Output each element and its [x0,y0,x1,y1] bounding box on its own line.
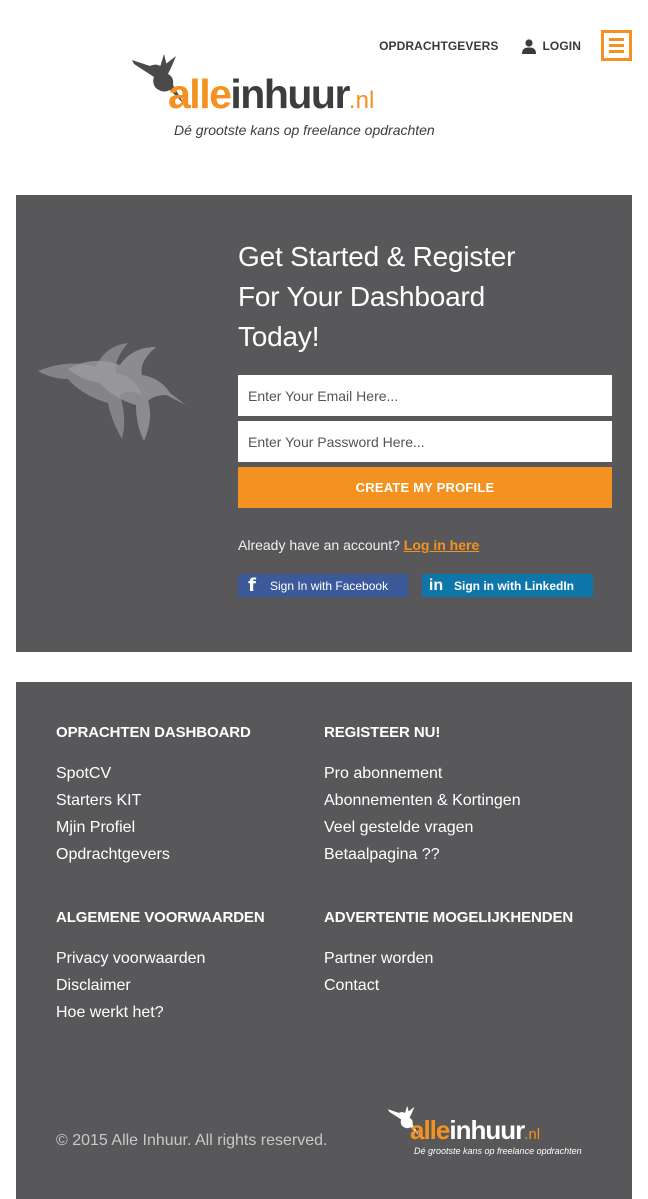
create-profile-button[interactable]: CREATE MY PROFILE [238,467,612,508]
logo-tagline: Dé grootste kans op freelance opdrachten [174,122,435,138]
footer-heading: REGISTEER NU! [324,724,441,741]
footer-column-dashboard: OPRACHTEN DASHBOARD SpotCV Starters KIT … [56,723,316,868]
footer-link-opdrachtgevers[interactable]: Opdrachtgevers [56,841,316,868]
facebook-signin-label: Sign In with Facebook [270,578,389,593]
footer-heading: ALGEMENE VOORWAARDEN [56,909,265,926]
footer-column-voorwaarden: ALGEMENE VOORWAARDEN Privacy voorwaarden… [56,908,316,1026]
nav-login[interactable]: LOGIN [521,38,582,54]
logo-wordmark: alleinhuur.nl [168,71,375,117]
copyright-text: © 2015 Alle Inhuur. All rights reserved. [56,1132,328,1149]
email-input[interactable] [238,375,612,416]
footer-logo-tagline: Dé grootste kans op freelance opdrachten [414,1146,582,1156]
footer-logo-wordmark: alleinhuur.nl [410,1115,541,1145]
site-header: OPDRACHTGEVERS LOGIN alleinhuur.nl Dé gr… [0,0,648,195]
footer-link-starters-kit[interactable]: Starters KIT [56,787,316,814]
log-in-here-link[interactable]: Log in here [404,537,479,553]
footer-column-registeer: REGISTEER NU! Pro abonnement Abonnemente… [324,723,584,868]
register-panel: Get Started & Register For Your Dashboar… [16,195,632,652]
footer-link-partner-worden[interactable]: Partner worden [324,945,584,972]
hamburger-menu-icon[interactable] [601,30,632,61]
footer-heading: ADVERTENTIE MOGELIJKHENDEN [324,909,574,926]
nav-opdrachtgevers-link[interactable]: OPDRACHTGEVERS [379,39,498,53]
nav-login-link[interactable]: LOGIN [543,39,582,53]
linkedin-signin-label: Sign in with LinkedIn [454,578,574,593]
footer-link-disclaimer[interactable]: Disclaimer [56,972,316,999]
login-prompt: Already have an account? Log in here [238,537,480,553]
footer-link-betaalpagina[interactable]: Betaalpagina ?? [324,841,584,868]
footer-link-spotcv[interactable]: SpotCV [56,760,316,787]
footer-logo[interactable]: alleinhuur.nl Dé grootste kans op freela… [388,1104,598,1164]
password-input[interactable] [238,421,612,462]
footer-link-faq[interactable]: Veel gestelde vragen [324,814,584,841]
footer-link-mijn-profiel[interactable]: Mjin Profiel [56,814,316,841]
linkedin-icon: in [428,576,444,594]
footer-link-pro-abonnement[interactable]: Pro abonnement [324,760,584,787]
hummingbirds-decoration-icon [38,343,186,441]
footer-link-hoe-werkt-het[interactable]: Hoe werkt het? [56,999,316,1026]
facebook-icon: f [248,575,256,596]
footer-link-privacy[interactable]: Privacy voorwaarden [56,945,316,972]
register-heading: Get Started & Register For Your Dashboar… [238,241,516,352]
linkedin-signin-button[interactable]: in Sign in with LinkedIn [422,574,593,597]
facebook-signin-button[interactable]: f Sign In with Facebook [238,574,408,597]
footer-link-contact[interactable]: Contact [324,972,584,999]
user-icon [521,38,536,54]
site-footer: OPRACHTEN DASHBOARD SpotCV Starters KIT … [16,682,632,1199]
footer-heading: OPRACHTEN DASHBOARD [56,724,251,741]
footer-link-abonnementen[interactable]: Abonnementen & Kortingen [324,787,584,814]
site-logo[interactable]: alleinhuur.nl Dé grootste kans op freela… [132,52,472,142]
footer-column-advertentie: ADVERTENTIE MOGELIJKHENDEN Partner worde… [324,908,584,999]
